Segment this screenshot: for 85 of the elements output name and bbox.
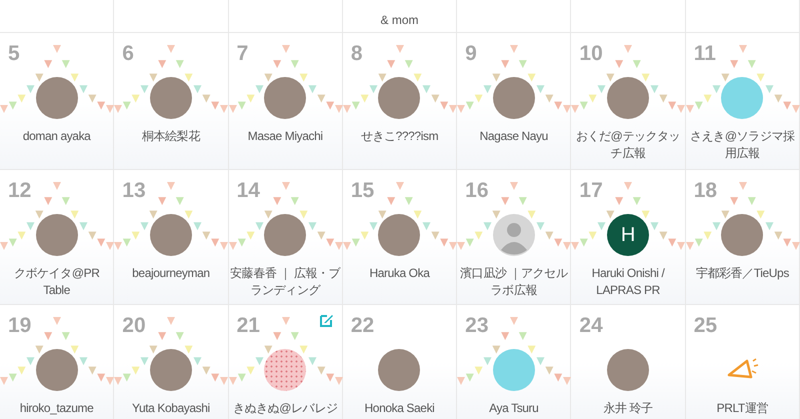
avatar-photo-placeholder bbox=[150, 77, 192, 119]
author-name[interactable]: 安藤春香 ｜ 広報・ブランディング bbox=[228, 265, 342, 299]
avatar-photo-placeholder bbox=[607, 77, 650, 119]
calendar-day-cell[interactable]: 8 せきこ????ism bbox=[342, 33, 458, 170]
author-name[interactable]: Honoka Saeki bbox=[364, 400, 436, 417]
avatar-photo-placeholder bbox=[264, 77, 306, 119]
calendar-day-cell[interactable]: 21 きぬきぬ@レバレジ bbox=[228, 305, 343, 419]
day-number: 13 bbox=[122, 180, 146, 201]
author-name[interactable]: さえき@ソラジマ採用広報 bbox=[686, 128, 799, 162]
author-name[interactable]: Yuta Kobayashi bbox=[131, 400, 211, 417]
day-number: 24 bbox=[579, 315, 603, 336]
author-name[interactable]: Nagase Nayu bbox=[478, 128, 549, 145]
day-number: 17 bbox=[579, 180, 603, 201]
day-number: 18 bbox=[694, 180, 718, 201]
calendar-day-cell[interactable]: 10 おくだ@テックタッチ広報 bbox=[571, 33, 686, 170]
calendar-day-cell[interactable]: 5 doman ayaka bbox=[0, 33, 114, 170]
day-number: 5 bbox=[8, 43, 20, 64]
calendar-day-cell[interactable]: 11 さえき@ソラジマ採用広報 bbox=[686, 33, 800, 170]
calendar-day-cell[interactable]: 13 beajourneyman bbox=[114, 170, 229, 305]
calendar-day-cell[interactable]: 7 Masae Miyachi bbox=[228, 33, 343, 170]
avatar-photo-placeholder bbox=[378, 77, 420, 119]
day-number: 12 bbox=[8, 180, 32, 201]
calendar-day-cell[interactable]: 24 永井 玲子 bbox=[571, 305, 686, 419]
day-number: 19 bbox=[8, 315, 32, 336]
avatar-photo-placeholder bbox=[150, 214, 192, 256]
edit-icon[interactable] bbox=[320, 313, 334, 327]
avatar-illustration-placeholder bbox=[721, 77, 764, 119]
day-number: 15 bbox=[350, 180, 374, 201]
calendar-day-cell[interactable]: 16 濱口凪沙 ｜アクセルラボ広報 bbox=[457, 170, 572, 305]
calendar-day-cell[interactable]: 9 Nagase Nayu bbox=[457, 33, 572, 170]
calendar-day-cell[interactable]: 12 クボケイタ@PR Table bbox=[0, 170, 114, 305]
calendar-day-cell[interactable]: 19 hiroko_tazume bbox=[0, 305, 114, 419]
day-number: 10 bbox=[579, 43, 603, 64]
author-name[interactable]: Haruki Onishi / LAPRAS PR bbox=[571, 265, 685, 299]
day-number: 25 bbox=[694, 315, 718, 336]
calendar-day-cell[interactable]: 23 Aya Tsuru bbox=[457, 305, 572, 419]
day-number: 23 bbox=[465, 315, 488, 336]
day-number: 22 bbox=[350, 315, 374, 336]
calendar-day-cell[interactable]: 6 桐本絵梨花 bbox=[114, 33, 229, 170]
calendar-day-cell[interactable]: 20 Yuta Kobayashi bbox=[114, 305, 229, 419]
author-name[interactable]: きぬきぬ@レバレジ bbox=[232, 400, 338, 417]
avatar-photo-placeholder bbox=[378, 349, 420, 391]
author-name[interactable]: Masae Miyachi bbox=[246, 128, 324, 145]
author-name[interactable]: Aya Tsuru bbox=[488, 400, 540, 417]
avatar-photo-placeholder bbox=[36, 349, 78, 391]
calendar-day-cell[interactable]: 25 PRLT運営 bbox=[686, 305, 800, 419]
day-number: 20 bbox=[122, 315, 146, 336]
avatar-photo-placeholder bbox=[36, 77, 78, 119]
day-number: 21 bbox=[236, 315, 260, 336]
author-name[interactable]: & mom bbox=[380, 11, 418, 29]
author-name[interactable]: せきこ????ism bbox=[360, 128, 440, 145]
author-name[interactable]: doman ayaka bbox=[22, 128, 92, 145]
avatar-photo-placeholder bbox=[378, 214, 420, 256]
author-name[interactable]: hiroko_tazume bbox=[18, 400, 94, 417]
calendar-day-cell[interactable]: 22 Honoka Saeki bbox=[342, 305, 458, 419]
calendar-day-cell[interactable]: 15 Haruka Oka bbox=[342, 170, 458, 305]
day-number: 8 bbox=[350, 43, 363, 64]
day-number: 7 bbox=[236, 43, 248, 64]
avatar-photo-placeholder bbox=[150, 349, 192, 391]
author-name[interactable]: 桐本絵梨花 bbox=[140, 128, 201, 145]
author-name[interactable]: クボケイタ@PR Table bbox=[0, 265, 114, 299]
author-name[interactable]: 濱口凪沙 ｜アクセルラボ広報 bbox=[457, 265, 570, 299]
author-name[interactable]: beajourneyman bbox=[131, 265, 211, 282]
day-number: 16 bbox=[465, 180, 488, 201]
avatar-photo-placeholder bbox=[607, 349, 650, 391]
avatar-photo-placeholder bbox=[264, 214, 306, 256]
day-number: 6 bbox=[122, 43, 134, 64]
default-avatar-icon bbox=[492, 214, 535, 256]
calendar-day-cell[interactable]: 17 H Haruki Onishi / LAPRAS PR bbox=[571, 170, 686, 305]
avatar-dots-pattern bbox=[264, 349, 306, 391]
day-number: 11 bbox=[694, 43, 716, 64]
avatar-initial: H bbox=[607, 214, 650, 256]
day-number: 14 bbox=[236, 180, 260, 201]
author-name[interactable]: PRLT運営 bbox=[716, 400, 770, 417]
avatar-photo-placeholder bbox=[492, 77, 535, 119]
author-name[interactable]: 宇都彩香／TieUps bbox=[694, 265, 790, 282]
calendar-day-cell[interactable]: 18 宇都彩香／TieUps bbox=[686, 170, 800, 305]
author-name[interactable]: Haruka Oka bbox=[368, 265, 430, 282]
avatar-photo-placeholder bbox=[36, 214, 78, 256]
avatar-photo-placeholder bbox=[721, 214, 764, 256]
avatar-illustration-placeholder bbox=[492, 349, 535, 391]
author-name[interactable]: 永井 玲子 bbox=[602, 400, 654, 417]
calendar-day-cell[interactable]: 14 安藤春香 ｜ 広報・ブランディング bbox=[228, 170, 343, 305]
author-name[interactable]: おくだ@テックタッチ広報 bbox=[571, 128, 685, 162]
day-number: 9 bbox=[465, 43, 477, 64]
